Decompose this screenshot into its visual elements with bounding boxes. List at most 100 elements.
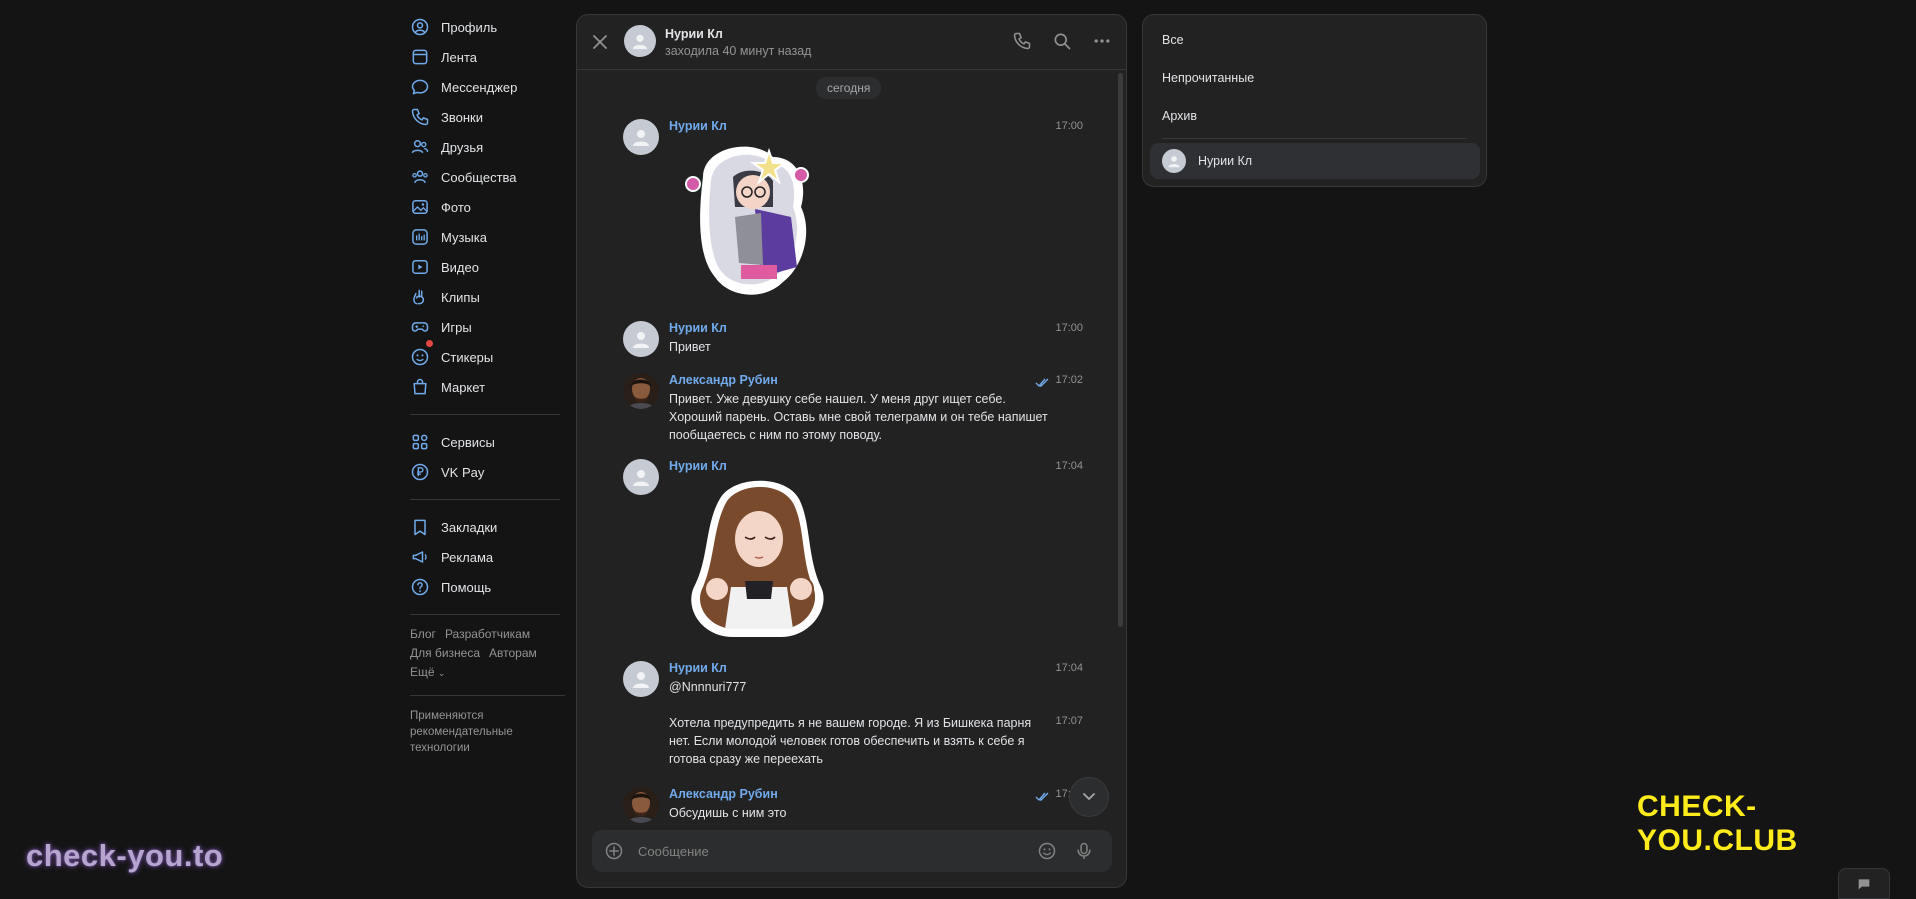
filter-all[interactable]: Все: [1162, 33, 1184, 47]
photo-icon: [412, 200, 428, 214]
nav-item-bookmark[interactable]: Закладки: [410, 512, 570, 542]
message-author[interactable]: Нурии Кл: [669, 459, 727, 473]
plus-circle-icon: [605, 842, 623, 860]
ruble-icon: [411, 463, 429, 481]
message-composer: [592, 830, 1112, 872]
message-text: @Nnnnuri777: [669, 680, 747, 694]
avatar[interactable]: [624, 25, 656, 57]
nav-item-label: Музыка: [441, 229, 487, 245]
more-link[interactable]: Ещё ⌄: [410, 665, 445, 679]
avatar[interactable]: [623, 661, 659, 697]
megaphone-icon: [412, 551, 427, 563]
search-chat-button[interactable]: [1052, 31, 1072, 56]
user-placeholder-icon: [1168, 156, 1180, 168]
message-input[interactable]: [638, 840, 1028, 862]
watermark-left: check-you.to: [26, 838, 224, 873]
nav-item-grid[interactable]: Сервисы: [410, 427, 570, 457]
avatar[interactable]: [623, 119, 659, 155]
message-author[interactable]: Александр Рубин: [669, 787, 778, 801]
filter-archive[interactable]: Архив: [1162, 109, 1197, 123]
message-text: Хотела предупредить я не вашем городе. Я…: [669, 716, 1032, 766]
nav-item-communities[interactable]: Сообщества: [410, 162, 570, 192]
nav-item-label: Маркет: [441, 379, 486, 395]
developers-link[interactable]: Разработчикам: [445, 627, 530, 641]
grid-icon: [412, 434, 428, 450]
chat-title[interactable]: Нурии Кл: [665, 27, 723, 41]
message-author[interactable]: Нурии Кл: [669, 661, 727, 675]
nav-item-bag[interactable]: Маркет: [410, 372, 570, 402]
avatar[interactable]: [623, 321, 659, 357]
user-circle-icon: [411, 18, 429, 36]
message-time: 17:00: [1055, 120, 1083, 132]
chat-panel: Нурии Кл заходила 40 минут назад сегодня…: [576, 14, 1127, 888]
avatar[interactable]: [623, 373, 659, 409]
chat-bubble-icon: [1858, 878, 1870, 889]
nav-item-megaphone[interactable]: Реклама: [410, 542, 570, 572]
chat-status: заходила 40 минут назад: [665, 44, 812, 58]
more-options-button[interactable]: [1092, 31, 1112, 56]
communities-icon: [412, 170, 428, 184]
message: Нурии Кл 17:00: [623, 119, 1083, 299]
user-placeholder-icon: [632, 34, 648, 50]
nav-item-newsfeed[interactable]: Лента: [410, 42, 570, 72]
nav-item-user-circle[interactable]: Профиль: [410, 12, 570, 42]
friends-icon: [411, 140, 429, 154]
nav-divider: [410, 414, 560, 415]
bag-icon: [413, 378, 427, 395]
nav-item-photo[interactable]: Фото: [410, 192, 570, 222]
nav-item-ruble[interactable]: VK Pay: [410, 457, 570, 487]
nav-divider: [410, 695, 565, 696]
nav-item-gamepad[interactable]: Игры: [410, 312, 570, 342]
blog-link[interactable]: Блог: [410, 627, 436, 641]
message-author[interactable]: Нурии Кл: [669, 321, 727, 335]
call-button[interactable]: [1012, 31, 1032, 56]
user-placeholder-icon: [633, 130, 649, 146]
sticker-icon: [411, 348, 429, 366]
filter-unread[interactable]: Непрочитанные: [1162, 71, 1254, 85]
nav-item-phone[interactable]: Звонки: [410, 102, 570, 132]
message: 17:07 Хотела предупредить я не вашем гор…: [623, 714, 1083, 770]
avatar[interactable]: [623, 459, 659, 495]
left-navigation: Профиль Лента Мессенджер Звонки Друзья Сообще…: [410, 12, 570, 756]
message: Нурии Кл 17:04: [623, 459, 1083, 639]
close-chat-button[interactable]: [587, 29, 613, 55]
filter-divider: [1162, 138, 1467, 139]
avatar[interactable]: [623, 787, 659, 823]
user-photo-icon: [623, 373, 659, 409]
nav-item-video[interactable]: Видео: [410, 252, 570, 282]
nav-item-label: Реклама: [441, 549, 494, 565]
nav-item-friends[interactable]: Друзья: [410, 132, 570, 162]
message-author[interactable]: Александр Рубин: [669, 373, 778, 387]
nav-item-label: Друзья: [441, 139, 484, 155]
message-time: 17:02: [1055, 374, 1083, 386]
mini-chat-button[interactable]: [1838, 868, 1890, 899]
voice-message-button[interactable]: [1074, 841, 1094, 866]
nav-item-sticker[interactable]: Стикеры: [410, 340, 570, 372]
nav-item-label: Клипы: [441, 289, 480, 305]
attach-button[interactable]: [604, 841, 624, 866]
nav-item-message[interactable]: Мессенджер: [410, 72, 570, 102]
nav-item-music[interactable]: Музыка: [410, 222, 570, 252]
message-time: 17:00: [1055, 322, 1083, 334]
business-link[interactable]: Для бизнеса: [410, 646, 480, 660]
nav-item-label: VK Pay: [441, 464, 485, 480]
phone-icon: [411, 108, 429, 126]
anime-girl-glasses-sticker[interactable]: [673, 137, 833, 300]
nav-item-label: Стикеры: [441, 349, 494, 365]
nav-item-label: Сообщества: [441, 169, 517, 185]
chat-list-item[interactable]: Нурии Кл: [1150, 143, 1480, 179]
microphone-icon: [1077, 842, 1091, 860]
help-icon: [411, 578, 429, 596]
nav-item-help[interactable]: Помощь: [410, 572, 570, 602]
anime-girl-meditating-sticker[interactable]: [681, 477, 833, 639]
authors-link[interactable]: Авторам: [489, 646, 537, 660]
bookmark-icon: [414, 519, 426, 536]
emoji-button[interactable]: [1037, 841, 1057, 866]
nav-item-clips[interactable]: Клипы: [410, 282, 570, 312]
message: Александр Рубин 17:02 Привет. Уже девушк…: [623, 373, 1083, 443]
scroll-to-bottom-button[interactable]: [1069, 777, 1109, 817]
nav-item-label: Закладки: [441, 519, 498, 535]
newsfeed-icon: [412, 49, 428, 65]
message-author[interactable]: Нурии Кл: [669, 119, 727, 133]
avatar: [1162, 149, 1186, 173]
